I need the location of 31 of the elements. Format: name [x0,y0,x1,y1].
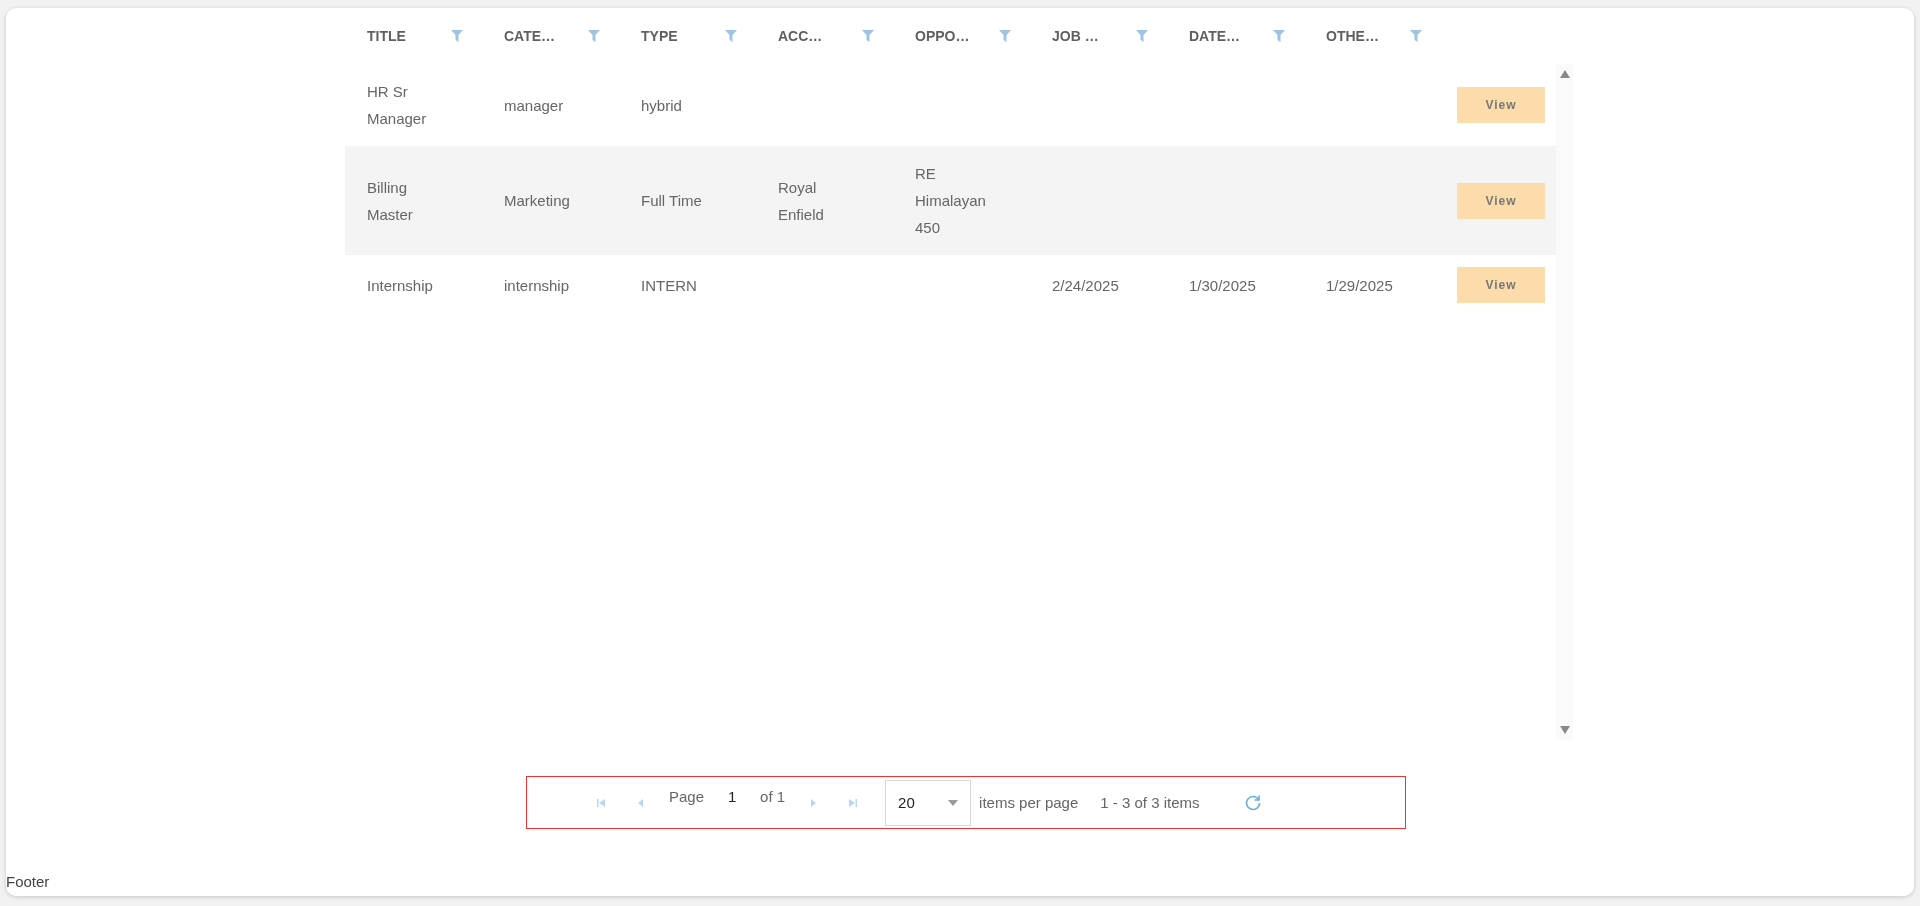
page-label: Page [669,788,705,805]
table-cell: HR Sr Manager [367,83,427,127]
view-button[interactable]: View [1457,182,1545,219]
view-button[interactable]: View [1457,87,1545,123]
table-cell: 1/30/2025 [1189,276,1256,294]
column-header[interactable]: TITLE [367,28,451,44]
column-header[interactable]: JOB … [1052,28,1136,44]
view-button[interactable]: View [1457,267,1545,303]
pager-summary: 1 - 3 of 3 items [1100,794,1200,811]
table-cell: Internship [367,276,433,294]
table-cell: Full Time [641,192,702,209]
table-cell: Billing Master [367,178,413,223]
table-cell: 1/29/2025 [1326,276,1393,294]
column-header[interactable]: TYPE [641,28,725,44]
column-header[interactable]: OPPO… [915,28,999,44]
page-size-dropdown[interactable]: 20 [885,779,972,826]
items-per-page-label: items per page [979,794,1079,811]
table-cell: internship [504,276,570,294]
table-cell: RE Himalayan 450 [915,165,986,236]
table-cell: Royal Enfield [778,178,824,223]
column-header[interactable]: OTHE… [1326,28,1410,44]
table-cell: 2/24/2025 [1052,276,1119,294]
table-cell: Marketing [504,192,570,209]
column-header[interactable]: DATE… [1189,28,1273,44]
table-cell: INTERN [641,276,697,294]
page-total: of 1 [760,788,786,805]
table-cell: manager [504,96,564,114]
footer-text: Footer [6,873,51,890]
column-header[interactable]: ACC… [778,28,862,44]
column-header[interactable]: CATE… [504,28,588,44]
table-cell: hybrid [641,96,682,114]
